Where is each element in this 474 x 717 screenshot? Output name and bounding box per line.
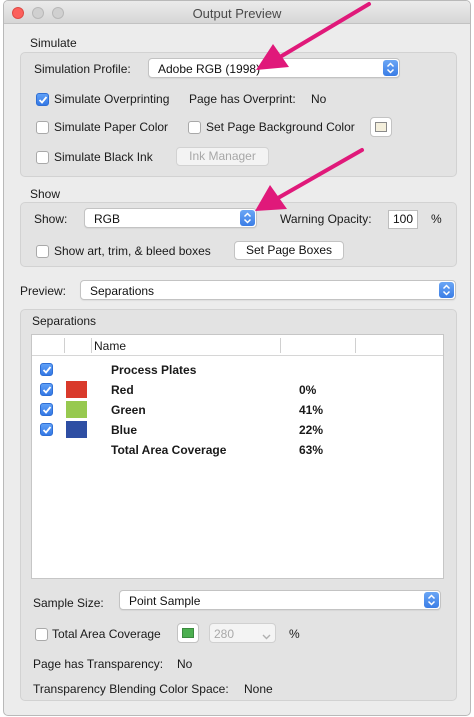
tac-value: 280: [214, 627, 235, 641]
preview-popup[interactable]: Separations: [80, 280, 456, 300]
tac-unit: %: [289, 627, 300, 641]
show-header: Show: [30, 187, 61, 201]
table-row[interactable]: Green 41%: [32, 400, 443, 420]
green-swatch-icon: [66, 401, 87, 418]
plate-checkbox[interactable]: [40, 363, 53, 376]
total-area-coverage-checkbox[interactable]: [35, 628, 48, 641]
sample-size-popup[interactable]: Point Sample: [119, 590, 441, 610]
preview-value: Separations: [90, 284, 155, 298]
chevron-down-icon: [262, 629, 271, 643]
sample-size-value: Point Sample: [129, 594, 201, 608]
title-bar: Output Preview: [4, 1, 470, 24]
separations-table: Name Process Plates Red 0% Green 41% Blu…: [31, 334, 444, 579]
warning-opacity-unit: %: [431, 212, 442, 226]
column-separator: [91, 338, 92, 353]
show-value: RGB: [94, 212, 121, 226]
page-overprint-value: No: [311, 92, 327, 106]
simulation-profile-value: Adobe RGB (1998): [158, 62, 261, 76]
plate-coverage: 41%: [299, 403, 324, 417]
table-row[interactable]: Process Plates: [32, 360, 443, 380]
red-swatch-icon: [66, 381, 87, 398]
page-background-color-swatch[interactable]: [370, 117, 392, 137]
warning-opacity-field[interactable]: 100: [388, 210, 418, 229]
popup-arrows-icon: [383, 60, 398, 76]
popup-arrows-icon: [424, 592, 439, 608]
blending-space-label: Transparency Blending Color Space:: [33, 682, 229, 696]
plate-checkbox[interactable]: [40, 403, 53, 416]
plate-checkbox[interactable]: [40, 383, 53, 396]
show-label: Show:: [34, 212, 68, 226]
sample-size-label: Sample Size:: [33, 596, 104, 610]
total-area-coverage-label: Total Area Coverage: [52, 627, 161, 641]
plate-checkbox[interactable]: [40, 423, 53, 436]
simulate-overprinting-checkbox[interactable]: [36, 93, 49, 106]
show-boxes-checkbox[interactable]: [36, 245, 49, 258]
blue-swatch-icon: [66, 421, 87, 438]
simulate-group: Simulation Profile: Adobe RGB (1998) Sim…: [20, 52, 457, 177]
simulate-black-ink-checkbox[interactable]: [36, 151, 49, 164]
popup-arrows-icon: [439, 282, 454, 298]
preview-label: Preview:: [20, 284, 67, 298]
show-group: Show: RGB Warning Opacity: 100 % Show ar…: [20, 202, 457, 267]
simulate-black-ink-label: Simulate Black Ink: [54, 150, 153, 164]
set-page-boxes-button[interactable]: Set Page Boxes: [234, 241, 344, 260]
simulate-paper-color-checkbox[interactable]: [36, 121, 49, 134]
window-title: Output Preview: [192, 6, 282, 21]
output-preview-window: Output Preview Simulate Simulation Profi…: [3, 0, 471, 716]
plate-name: Blue: [111, 423, 138, 437]
plate-name: Total Area Coverage: [111, 443, 227, 457]
ink-manager-button[interactable]: Ink Manager: [176, 147, 269, 166]
plate-coverage: 63%: [299, 443, 324, 457]
table-row[interactable]: Blue 22%: [32, 420, 443, 440]
simulate-paper-color-label: Simulate Paper Color: [54, 120, 169, 134]
show-popup[interactable]: RGB: [84, 208, 257, 228]
blending-space-value: None: [244, 682, 273, 696]
plate-coverage: 22%: [299, 423, 324, 437]
plate-coverage: 0%: [299, 383, 317, 397]
simulation-profile-popup[interactable]: Adobe RGB (1998): [148, 58, 400, 78]
paper-swatch-icon: [375, 122, 387, 132]
green-swatch-icon: [182, 628, 194, 638]
table-header: Name: [32, 335, 443, 356]
tac-color-swatch[interactable]: [177, 623, 199, 643]
warning-opacity-label: Warning Opacity:: [280, 212, 372, 226]
column-separator: [64, 338, 65, 353]
plate-name: Green: [111, 403, 146, 417]
show-boxes-label: Show art, trim, & bleed boxes: [54, 244, 211, 258]
table-row[interactable]: Red 0%: [32, 380, 443, 400]
simulate-overprinting-label: Simulate Overprinting: [54, 92, 170, 106]
simulation-profile-label: Simulation Profile:: [34, 62, 131, 76]
column-name-header[interactable]: Name: [94, 339, 126, 353]
table-row: Total Area Coverage 63%: [32, 440, 443, 460]
page-overprint-label: Page has Overprint:: [189, 92, 296, 106]
column-separator: [355, 338, 356, 353]
column-separator: [280, 338, 281, 353]
set-page-background-checkbox[interactable]: [188, 121, 201, 134]
plate-name: Process Plates: [111, 363, 197, 377]
separations-header: Separations: [32, 314, 97, 328]
set-page-background-label: Set Page Background Color: [206, 120, 355, 134]
simulate-header: Simulate: [30, 36, 77, 50]
page-transparency-value: No: [177, 657, 193, 671]
tac-value-combo[interactable]: 280: [209, 623, 276, 643]
page-transparency-label: Page has Transparency:: [33, 657, 164, 671]
popup-arrows-icon: [240, 210, 255, 226]
plate-name: Red: [111, 383, 134, 397]
